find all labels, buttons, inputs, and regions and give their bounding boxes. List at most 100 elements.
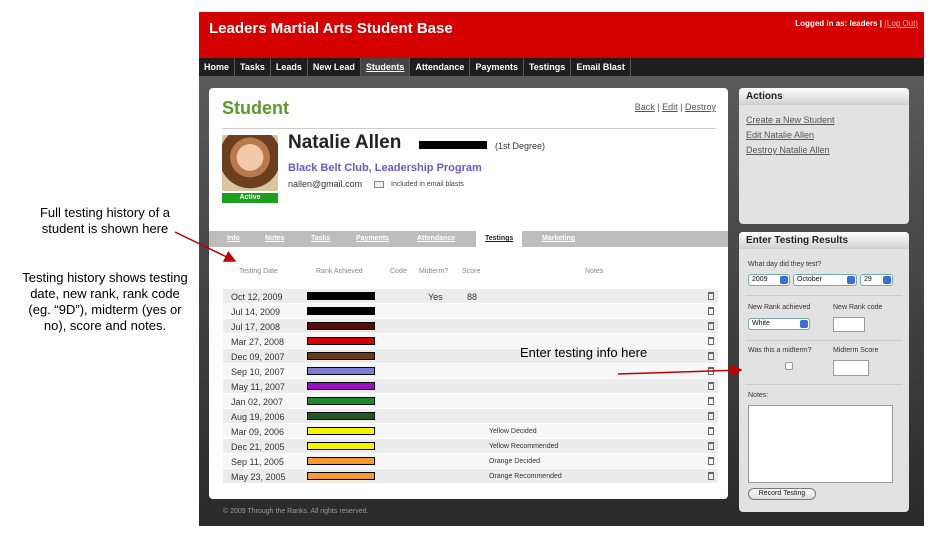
notes-value: Orange Recommended (489, 473, 562, 480)
testing-date: Dec 21, 2005 (231, 442, 285, 452)
day-select[interactable]: 29 (860, 274, 893, 286)
back-link[interactable]: Back (635, 102, 655, 112)
student-email: nallen@gmail.com (288, 179, 363, 189)
trash-icon[interactable] (708, 367, 714, 375)
table-row: Sep 10, 2007 (223, 364, 718, 379)
col-header-midterm: Midterm? (419, 268, 449, 275)
annotation-enter-info: Enter testing info here (520, 345, 648, 360)
test-date-label: What day did they test? (748, 261, 822, 268)
table-row: Jul 14, 2009 (223, 304, 718, 319)
trash-icon[interactable] (708, 352, 714, 360)
chevron-down-icon (883, 276, 891, 284)
tab-payments[interactable]: Payments (356, 235, 389, 242)
col-header-rank: Rank Achieved (316, 268, 363, 275)
nav-item-email-blast[interactable]: Email Blast (571, 58, 631, 76)
rank-select[interactable]: White (748, 318, 810, 330)
testing-date: May 11, 2007 (231, 382, 285, 392)
day-value: 29 (864, 276, 872, 283)
rank-belt-swatch (307, 442, 375, 450)
destroy-student-link[interactable]: Destroy Natalie Allen (746, 145, 830, 155)
rank-belt-swatch (307, 352, 375, 360)
rank-belt-swatch (307, 367, 375, 375)
month-select[interactable]: October (793, 274, 857, 286)
trash-icon[interactable] (708, 382, 714, 390)
trash-icon[interactable] (708, 292, 714, 300)
trash-icon[interactable] (708, 472, 714, 480)
col-header-score: Score (462, 268, 481, 275)
chevron-down-icon (800, 320, 808, 328)
col-header-code: Code (390, 268, 407, 275)
login-text: Logged in as: leaders | (795, 19, 882, 28)
create-student-link[interactable]: Create a New Student (746, 115, 835, 125)
student-name: Natalie Allen (288, 132, 402, 153)
tab-marketing[interactable]: Marketing (542, 235, 575, 242)
rank-belt-swatch (307, 397, 375, 405)
email-blast-note: Included in email blasts (391, 181, 464, 188)
student-tabs: Info Notes Tasks Payments Attendance Tes… (209, 231, 728, 247)
trash-icon[interactable] (708, 322, 714, 330)
divider (746, 384, 902, 385)
trash-icon[interactable] (708, 412, 714, 420)
rank-code-label: New Rank code (833, 304, 883, 311)
actions-panel-title: Actions (739, 88, 909, 105)
status-badge: Active (222, 193, 278, 203)
redacted-surname (419, 141, 487, 149)
testing-date: Jul 14, 2009 (231, 307, 281, 317)
record-testing-button[interactable]: Record Testing (748, 488, 816, 500)
app-title: Leaders Martial Arts Student Base (209, 20, 453, 37)
avatar (222, 135, 278, 191)
rank-belt-swatch (307, 322, 375, 330)
testing-date: Mar 27, 2008 (231, 337, 285, 347)
student-programs[interactable]: Black Belt Club, Leadership Program (288, 162, 482, 174)
trash-icon[interactable] (708, 397, 714, 405)
trash-icon[interactable] (708, 337, 714, 345)
notes-textarea[interactable] (748, 405, 893, 483)
table-row: Oct 12, 2009 Yes 88 (223, 289, 718, 304)
chevron-down-icon (780, 276, 788, 284)
nav-item-leads[interactable]: Leads (271, 58, 308, 76)
testing-date: Sep 10, 2007 (231, 367, 285, 377)
logout-link[interactable]: (Log Out) (884, 19, 918, 28)
midterm-value: Yes (428, 292, 443, 302)
table-row: Jul 17, 2008 (223, 319, 718, 334)
year-value: 2009 (752, 276, 768, 283)
midterm-label: Was this a midterm? (748, 347, 812, 354)
destroy-link[interactable]: Destroy (685, 102, 716, 112)
table-row: May 23, 2005 Orange Recommended (223, 469, 718, 484)
edit-link[interactable]: Edit (662, 102, 678, 112)
nav-item-home[interactable]: Home (199, 58, 236, 76)
student-panel: Student Back | Edit | Destroy Active Nat… (209, 88, 728, 499)
testing-date: Mar 09, 2006 (231, 427, 285, 437)
tab-info[interactable]: Info (227, 235, 240, 242)
rank-belt-swatch (307, 382, 375, 390)
rank-belt-swatch (307, 307, 375, 315)
nav-item-tasks[interactable]: Tasks (235, 58, 271, 76)
nav-item-new-lead[interactable]: New Lead (308, 58, 361, 76)
month-value: October (797, 276, 822, 283)
nav-item-payments[interactable]: Payments (470, 58, 524, 76)
nav-item-students[interactable]: Students (360, 58, 411, 76)
trash-icon[interactable] (708, 427, 714, 435)
tab-notes[interactable]: Notes (265, 235, 284, 242)
nav-item-attendance[interactable]: Attendance (410, 58, 471, 76)
tab-testings[interactable]: Testings (476, 231, 523, 247)
notes-value: Yellow Recommended (489, 443, 559, 450)
tab-tasks[interactable]: Tasks (311, 235, 330, 242)
testing-date: Oct 12, 2009 (231, 292, 283, 302)
trash-icon[interactable] (708, 442, 714, 450)
score-value: 88 (467, 292, 478, 302)
edit-student-link[interactable]: Edit Natalie Allen (746, 130, 814, 140)
year-select[interactable]: 2009 (748, 274, 790, 286)
annotation-history-shown: Full testing history of a student is sho… (39, 205, 171, 236)
trash-icon[interactable] (708, 307, 714, 315)
nav-item-testings[interactable]: Testings (524, 58, 572, 76)
table-row: Aug 19, 2006 (223, 409, 718, 424)
trash-icon[interactable] (708, 457, 714, 465)
midterm-checkbox[interactable] (785, 362, 793, 370)
divider (222, 128, 716, 129)
midterm-score-input[interactable] (833, 360, 869, 376)
testing-date: Jul 17, 2008 (231, 322, 281, 332)
main-nav: Home Tasks Leads New Lead Students Attendance… (199, 58, 924, 76)
rank-code-input[interactable] (833, 317, 865, 332)
tab-attendance[interactable]: Attendance (417, 235, 455, 242)
